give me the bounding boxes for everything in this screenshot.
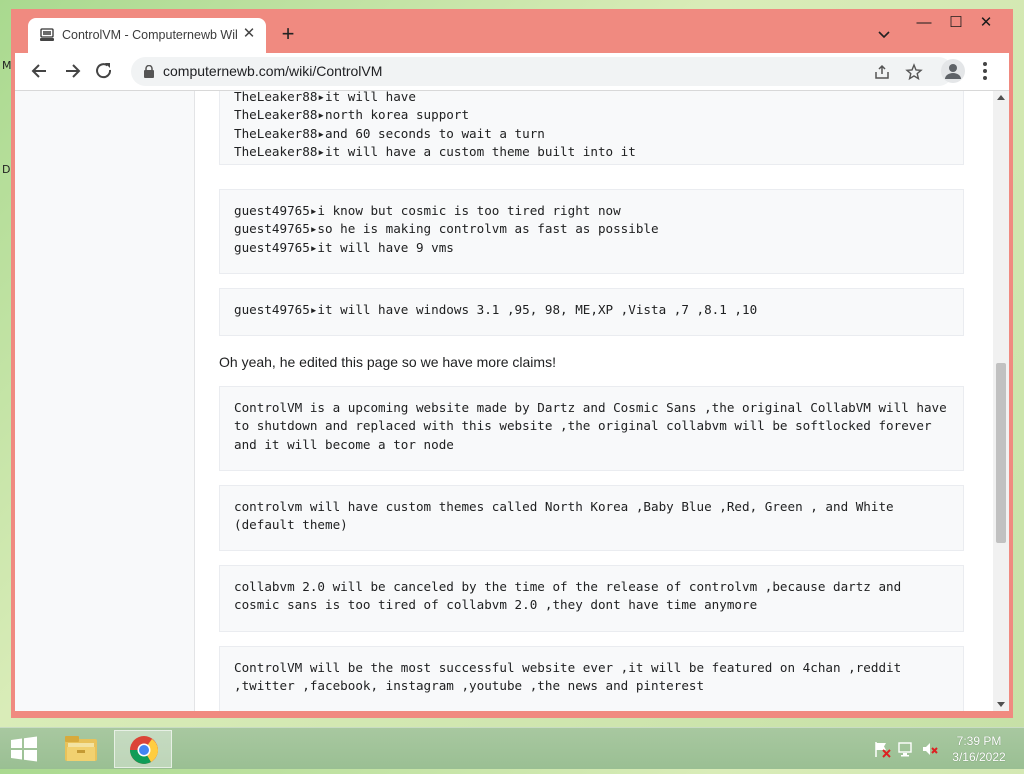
clock-time: 7:39 PM <box>956 734 1002 748</box>
volume-muted-icon[interactable] <box>921 740 939 758</box>
chat-line: guest49765▸i know but cosmic is too tire… <box>234 203 621 218</box>
folder-icon <box>65 736 97 761</box>
edit-note-paragraph: Oh yeah, he edited this page so we have … <box>219 354 556 370</box>
url-text[interactable]: computernewb.com/wiki/ControlVM <box>163 63 382 79</box>
close-window-button[interactable]: ✕ <box>971 11 1001 35</box>
back-icon[interactable] <box>27 58 53 84</box>
network-icon[interactable] <box>897 740 915 758</box>
chat-line: TheLeaker88▸north korea support <box>234 107 470 123</box>
tab-close-icon[interactable]: ✕ <box>240 25 258 43</box>
system-clock[interactable]: 7:39 PM 3/16/2022 <box>944 733 1014 765</box>
computernewb-favicon-icon <box>40 28 54 41</box>
file-explorer-button[interactable] <box>52 730 110 768</box>
lock-icon[interactable] <box>143 65 155 78</box>
forward-icon[interactable] <box>59 58 85 84</box>
minimize-button[interactable]: — <box>909 11 939 35</box>
chat-log-block-3: guest49765▸it will have windows 3.1 ,95,… <box>219 288 964 336</box>
share-icon[interactable] <box>873 63 891 81</box>
chat-log-block-1: TheLeaker88▸it will have TheLeaker88▸nor… <box>219 91 964 165</box>
clock-date: 3/16/2022 <box>952 750 1006 764</box>
claim-block-2: controlvm will have custom themes called… <box>219 485 964 551</box>
claim-block-1: ControlVM is a upcoming website made by … <box>219 386 964 471</box>
star-icon[interactable] <box>905 63 923 81</box>
claim-block-4: ControlVM will be the most successful we… <box>219 646 964 711</box>
address-bar[interactable]: computernewb.com/wiki/ControlVM <box>131 57 953 86</box>
tab-search-icon[interactable] <box>875 25 893 43</box>
menu-icon[interactable] <box>982 61 988 81</box>
taskbar: 7:39 PM 3/16/2022 <box>0 727 1024 769</box>
browser-window: ControlVM - Computernewb Wiki ✕ + — ☐ ✕ … <box>11 9 1013 718</box>
article-body: TheLeaker88▸it will have TheLeaker88▸nor… <box>195 91 987 711</box>
chrome-taskbar-button[interactable] <box>114 730 172 768</box>
tab-controlvm[interactable]: ControlVM - Computernewb Wiki ✕ <box>28 18 266 53</box>
title-bar: ControlVM - Computernewb Wiki ✕ + — ☐ ✕ <box>11 9 1013 53</box>
chat-line: TheLeaker88▸it will have <box>234 91 416 104</box>
maximize-button[interactable]: ☐ <box>941 11 971 35</box>
desktop-icon-label-d: D <box>2 163 11 176</box>
chat-log-block-2: guest49765▸i know but cosmic is too tire… <box>219 189 964 274</box>
chat-line: TheLeaker88▸and 60 seconds to wait a tur… <box>234 125 545 141</box>
new-tab-button[interactable]: + <box>277 23 299 45</box>
vertical-scrollbar[interactable] <box>993 91 1009 711</box>
scroll-down-arrow-icon[interactable] <box>997 702 1005 707</box>
person-icon <box>945 64 961 79</box>
tab-title: ControlVM - Computernewb Wiki <box>62 28 237 42</box>
action-center-flag-icon[interactable] <box>873 740 891 758</box>
windows-start-icon[interactable] <box>10 736 38 762</box>
chat-line: TheLeaker88▸it will have a custom theme … <box>234 143 636 159</box>
browser-toolbar: computernewb.com/wiki/ControlVM <box>15 53 1009 91</box>
chat-line: guest49765▸it will have 9 vms <box>234 239 454 255</box>
wiki-sidebar <box>15 91 195 711</box>
chat-line: guest49765▸it will have windows 3.1 ,95,… <box>234 302 758 317</box>
page-content: TheLeaker88▸it will have TheLeaker88▸nor… <box>15 91 1009 711</box>
reload-icon[interactable] <box>91 58 117 84</box>
profile-icon[interactable] <box>941 59 965 83</box>
claim-block-3: collabvm 2.0 will be canceled by the tim… <box>219 565 964 632</box>
chat-line: guest49765▸so he is making controlvm as … <box>234 221 659 237</box>
scroll-up-arrow-icon[interactable] <box>997 95 1005 100</box>
chrome-icon <box>130 736 158 764</box>
scrollbar-thumb[interactable] <box>996 363 1006 543</box>
